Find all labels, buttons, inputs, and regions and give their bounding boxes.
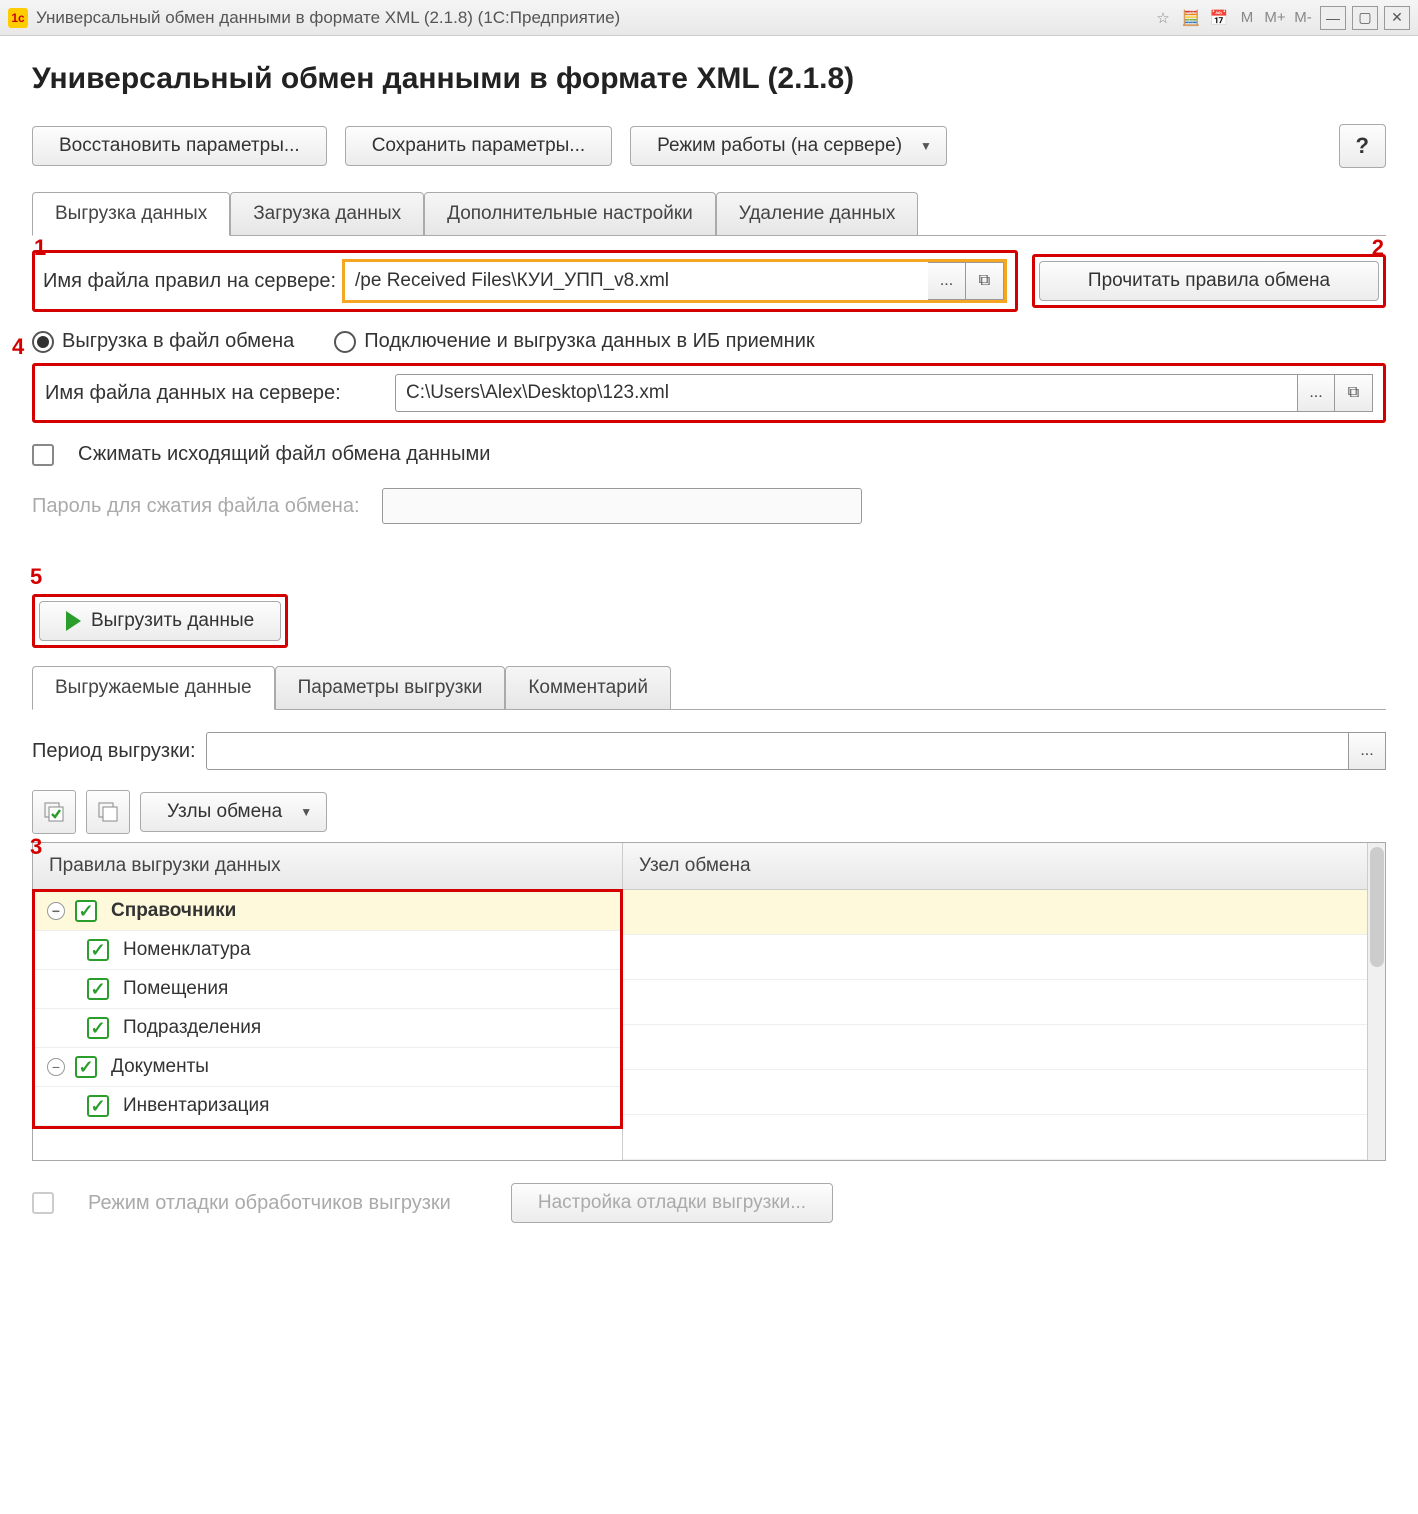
m-plus-icon[interactable]: M+ <box>1264 7 1286 29</box>
debug-settings-button: Настройка отладки выгрузки... <box>511 1183 833 1223</box>
table-cell-empty <box>623 935 1367 980</box>
minimize-button[interactable]: — <box>1320 6 1346 30</box>
subtab-data[interactable]: Выгружаемые данные <box>32 666 275 710</box>
rules-table: Правила выгрузки данных − Справочники Но… <box>32 842 1386 1161</box>
tree-checkbox[interactable] <box>87 1095 109 1117</box>
tree-label-r1c1: Номенклатура <box>123 939 251 961</box>
star-icon[interactable]: ☆ <box>1152 7 1174 29</box>
tree-row-root1[interactable]: − Справочники <box>35 892 620 931</box>
restore-params-button[interactable]: Восстановить параметры... <box>32 126 327 166</box>
sub-tabs: Выгружаемые данные Параметры выгрузки Ко… <box>32 666 1386 710</box>
titlebar: 1c Универсальный обмен данными в формате… <box>0 0 1418 36</box>
tree-row-root2[interactable]: − Документы <box>35 1048 620 1087</box>
tree-label-r1c3: Подразделения <box>123 1017 261 1039</box>
export-button[interactable]: Выгрузить данные <box>39 601 281 641</box>
annotation-4: 4 <box>12 334 24 360</box>
m-icon[interactable]: M <box>1236 7 1258 29</box>
tree-checkbox[interactable] <box>87 978 109 1000</box>
maximize-button[interactable]: ▢ <box>1352 6 1378 30</box>
compress-label: Сжимать исходящий файл обмена данными <box>78 443 490 466</box>
data-file-open-button[interactable]: ⧉ <box>1335 374 1373 412</box>
close-button[interactable]: ✕ <box>1384 6 1410 30</box>
chevron-down-icon: ▼ <box>920 139 932 153</box>
m-minus-icon[interactable]: M- <box>1292 7 1314 29</box>
password-label: Пароль для сжатия файла обмена: <box>32 495 372 518</box>
radio-to-ib-label: Подключение и выгрузка данных в ИБ прием… <box>364 330 814 353</box>
main-tabs: Выгрузка данных Загрузка данных Дополнит… <box>32 192 1386 236</box>
tree-checkbox[interactable] <box>87 939 109 961</box>
tab-export[interactable]: Выгрузка данных <box>32 192 230 236</box>
check-all-button[interactable] <box>32 790 76 834</box>
window-title: Универсальный обмен данными в формате XM… <box>36 8 620 28</box>
tab-import[interactable]: Загрузка данных <box>230 192 424 235</box>
tree-row-r1c2[interactable]: Помещения <box>35 970 620 1009</box>
save-params-button[interactable]: Сохранить параметры... <box>345 126 612 166</box>
scrollbar-thumb[interactable] <box>1370 847 1384 967</box>
collapse-icon[interactable]: − <box>47 902 65 920</box>
table-cell-empty <box>623 1115 1367 1160</box>
mode-label: Режим работы (на сервере) <box>657 135 902 157</box>
nodes-dropdown[interactable]: Узлы обмена ▼ <box>140 792 327 832</box>
table-cell-empty <box>623 1025 1367 1070</box>
subtab-comment[interactable]: Комментарий <box>505 666 671 709</box>
table-cell-empty <box>623 980 1367 1025</box>
radio-to-ib[interactable]: Подключение и выгрузка данных в ИБ прием… <box>334 330 814 353</box>
scrollbar[interactable] <box>1367 843 1385 1160</box>
tree-row-r1c1[interactable]: Номенклатура <box>35 931 620 970</box>
rules-file-label: Имя файла правил на сервере: <box>43 270 336 293</box>
period-browse-button[interactable]: ... <box>1348 732 1386 770</box>
annotation-3: 3 <box>30 834 42 860</box>
tree-label-root2: Документы <box>111 1056 209 1078</box>
annotation-5: 5 <box>30 564 42 590</box>
mode-dropdown[interactable]: Режим работы (на сервере) ▼ <box>630 126 947 166</box>
debug-checkbox <box>32 1192 54 1214</box>
export-button-label: Выгрузить данные <box>91 610 254 632</box>
table-cell-empty <box>623 890 1367 935</box>
tree-label-root1: Справочники <box>111 900 236 922</box>
table-cell-empty <box>623 1070 1367 1115</box>
radio-icon <box>334 331 356 353</box>
annotation-1: 1 <box>34 235 46 261</box>
radio-to-file[interactable]: Выгрузка в файл обмена <box>32 330 294 353</box>
radio-icon-checked <box>32 331 54 353</box>
annotation-2: 2 <box>1372 235 1384 261</box>
tree-label-r1c2: Помещения <box>123 978 228 1000</box>
compress-checkbox[interactable] <box>32 444 54 466</box>
data-file-input[interactable] <box>395 374 1297 412</box>
radio-to-file-label: Выгрузка в файл обмена <box>62 330 294 353</box>
subtab-params[interactable]: Параметры выгрузки <box>275 666 506 709</box>
uncheck-all-button[interactable] <box>86 790 130 834</box>
period-label: Период выгрузки: <box>32 740 196 763</box>
calendar-icon[interactable]: 📅 <box>1208 7 1230 29</box>
tree-checkbox[interactable] <box>75 1056 97 1078</box>
nodes-dropdown-label: Узлы обмена <box>167 801 282 823</box>
tree-row-r2c1[interactable]: Инвентаризация <box>35 1087 620 1126</box>
period-input[interactable] <box>206 732 1348 770</box>
app-icon: 1c <box>8 8 28 28</box>
table-header-node: Узел обмена <box>623 843 1367 890</box>
debug-label: Режим отладки обработчиков выгрузки <box>88 1192 451 1215</box>
read-rules-button[interactable]: Прочитать правила обмена <box>1039 261 1379 301</box>
data-file-label: Имя файла данных на сервере: <box>45 382 385 405</box>
tree-checkbox[interactable] <box>75 900 97 922</box>
tree-checkbox[interactable] <box>87 1017 109 1039</box>
tab-delete[interactable]: Удаление данных <box>716 192 919 235</box>
table-header-rules: Правила выгрузки данных <box>33 843 622 890</box>
tab-additional[interactable]: Дополнительные настройки <box>424 192 716 235</box>
data-file-browse-button[interactable]: ... <box>1297 374 1335 412</box>
password-input <box>382 488 862 524</box>
help-button[interactable]: ? <box>1339 124 1386 168</box>
play-icon <box>66 611 81 631</box>
calculator-icon[interactable]: 🧮 <box>1180 7 1202 29</box>
page-title: Универсальный обмен данными в формате XM… <box>32 62 1386 96</box>
collapse-icon[interactable]: − <box>47 1058 65 1076</box>
rules-file-open-button[interactable]: ⧉ <box>966 262 1004 300</box>
rules-file-input[interactable] <box>345 262 928 300</box>
rules-file-browse-button[interactable]: ... <box>928 262 966 300</box>
chevron-down-icon: ▼ <box>300 805 312 819</box>
tree-row-r1c3[interactable]: Подразделения <box>35 1009 620 1048</box>
tree-label-r2c1: Инвентаризация <box>123 1095 269 1117</box>
